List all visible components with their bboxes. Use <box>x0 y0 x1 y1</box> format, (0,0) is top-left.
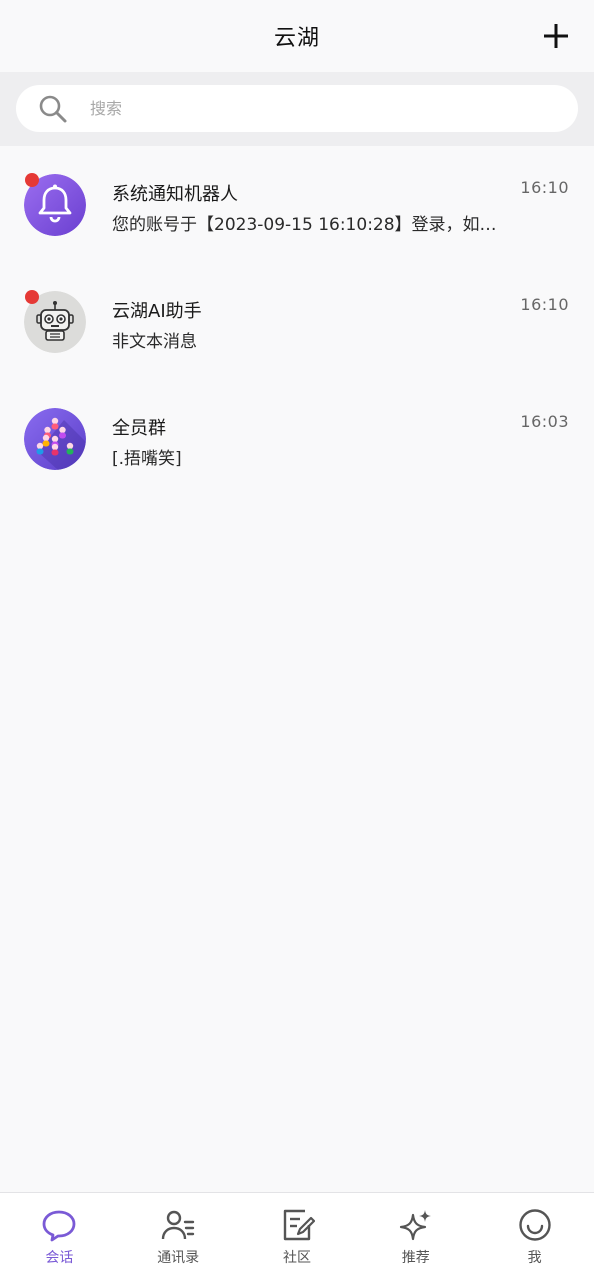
conversation-list: 系统通知机器人 您的账号于【2023-09-15 16:10:28】登录，如… … <box>0 146 594 497</box>
sparkle-icon <box>399 1210 431 1241</box>
unread-dot <box>25 173 39 187</box>
search-box[interactable] <box>16 85 578 132</box>
tab-label: 会话 <box>45 1250 74 1266</box>
search-icon <box>39 95 67 122</box>
tab-label: 推荐 <box>401 1250 430 1266</box>
group-icon <box>24 408 86 470</box>
tab-community[interactable]: 社区 <box>238 1193 357 1280</box>
conversation-name: 全员群 <box>112 418 166 439</box>
bottom-nav: 会话 通讯录 社区 推荐 我 <box>0 1192 594 1280</box>
chat-bubble-icon <box>42 1210 76 1242</box>
tab-label: 通讯录 <box>157 1250 200 1266</box>
conversation-item-system-notify[interactable]: 系统通知机器人 您的账号于【2023-09-15 16:10:28】登录，如… … <box>0 146 594 263</box>
search-input[interactable] <box>90 99 510 118</box>
tab-contacts[interactable]: 通讯录 <box>119 1193 238 1280</box>
unread-dot <box>25 290 39 304</box>
search-bar-container <box>0 72 594 146</box>
tab-label: 我 <box>527 1250 542 1266</box>
top-bar: 云湖 <box>0 0 594 72</box>
tab-label: 社区 <box>282 1250 311 1266</box>
conversation-time: 16:10 <box>520 178 569 197</box>
tab-me[interactable]: 我 <box>475 1193 594 1280</box>
contacts-icon <box>161 1210 195 1240</box>
conversation-item-ai-assistant[interactable]: 云湖AI助手 非文本消息 16:10 <box>0 263 594 380</box>
tab-chats[interactable]: 会话 <box>0 1193 119 1280</box>
page-title: 云湖 <box>273 26 320 51</box>
conversation-time: 16:03 <box>520 412 569 431</box>
tab-recommend[interactable]: 推荐 <box>356 1193 475 1280</box>
conversation-preview: 您的账号于【2023-09-15 16:10:28】登录，如… <box>112 215 497 235</box>
conversation-item-all-members-group[interactable]: 全员群 [.捂嘴笑] 16:03 <box>0 380 594 497</box>
avatar <box>24 408 86 470</box>
conversation-time: 16:10 <box>520 295 569 314</box>
conversation-name: 系统通知机器人 <box>112 184 238 205</box>
add-button[interactable] <box>542 22 570 50</box>
smile-face-icon <box>518 1209 551 1241</box>
app-root: 云湖 搜索 系统通知机器人 您的账号于【2023-09-15 16:10:28】… <box>0 0 594 1280</box>
conversation-preview: [.捂嘴笑] <box>112 449 182 469</box>
conversation-name: 云湖AI助手 <box>112 301 202 322</box>
plus-icon <box>544 24 568 48</box>
conversation-preview: 非文本消息 <box>112 332 197 352</box>
edit-note-icon <box>283 1209 315 1241</box>
